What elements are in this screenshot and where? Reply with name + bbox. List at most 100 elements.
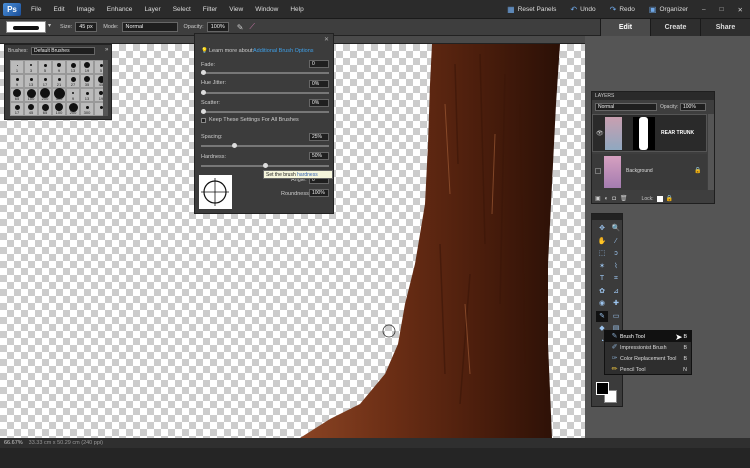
straighten-icon[interactable]: ⊿ [610,286,622,297]
fade-input[interactable]: 0 [309,60,329,68]
brush-preset[interactable]: 300 [80,102,94,116]
brush-preset[interactable]: 9 [52,60,66,74]
red-eye-icon[interactable]: ◉ [596,298,608,309]
blend-mode-select[interactable]: Normal [595,103,657,111]
organizer-button[interactable]: ▣ Organizer [642,5,695,14]
brush-preset[interactable]: 13 [66,60,80,74]
marquee-tool-icon[interactable]: ⬚ [596,248,608,259]
hardness-slider[interactable] [201,163,329,168]
scatter-input[interactable]: 0% [309,99,329,107]
magic-wand-icon[interactable]: ✶ [596,261,608,272]
brush-tool-icon[interactable]: ✎ [596,310,608,322]
brush-preset[interactable]: 13 [24,74,38,88]
cookie-cutter-icon[interactable]: ✿ [596,286,608,297]
eyedropper-icon[interactable]: ⁄ [610,236,622,247]
foreground-color-swatch[interactable] [596,382,609,395]
brush-preset[interactable]: 1 [10,60,24,74]
new-layer-icon[interactable]: ▣ [595,195,601,202]
scatter-slider[interactable] [201,109,329,114]
crop-tool-icon[interactable]: ⌗ [610,273,622,284]
close-window-button[interactable]: ✕ [731,6,750,14]
lock-all-icon[interactable]: 🔒 [666,195,673,202]
spacing-input[interactable]: 25% [309,133,329,141]
hardness-input[interactable]: 50% [309,152,329,160]
brush-set-select[interactable]: Default Brushes [31,47,95,55]
brush-preset[interactable]: 21 [52,74,66,88]
brush-preset[interactable]: 100 [24,88,38,102]
maximize-button[interactable]: □ [713,6,731,13]
brush-preset[interactable]: 5 [38,60,52,74]
minimize-button[interactable]: – [695,6,713,13]
brush-preset[interactable]: 9 [66,88,80,102]
zoom-tool-icon[interactable]: 🔍 [610,223,622,234]
menu-view[interactable]: View [223,0,249,19]
move-tool-icon[interactable]: ✥ [596,223,608,234]
brush-preset[interactable]: 65 [10,88,24,102]
size-input[interactable]: 45 px [75,22,98,32]
menu-layer[interactable]: Layer [138,0,166,19]
reset-panels-button[interactable]: ▦ Reset Panels [500,5,563,14]
menu-edit[interactable]: Edit [47,0,70,19]
brush-preset[interactable]: 100 [52,102,66,116]
menu-help[interactable]: Help [284,0,309,19]
brush-preset[interactable]: 17 [38,74,52,88]
spacing-slider[interactable] [201,143,329,148]
menu-image[interactable]: Image [71,0,101,19]
brush-dynamics-icon[interactable]: ⟋ [249,22,255,32]
brush-preset[interactable]: 300 [52,87,66,102]
toolbox-grip[interactable] [592,214,622,220]
opacity-input[interactable]: 100% [206,22,229,32]
flyout-pencil-tool[interactable]: ✏ Pencil Tool N [605,364,691,375]
layer-row-rear-trunk[interactable]: 👁 REAR TRUNK [592,114,707,152]
hue-jitter-input[interactable]: 0% [309,80,329,88]
hand-tool-icon[interactable]: ✋ [596,236,608,247]
brush-preset[interactable]: 19 [80,60,94,74]
brush-preset[interactable]: 200 [66,102,80,116]
brush-scrollbar[interactable] [103,60,108,116]
undo-button[interactable]: ↶ Undo [563,5,602,14]
flyout-color-replacement-tool[interactable]: ✑ Color Replacement Tool B [605,353,691,364]
tab-share[interactable]: Share [700,19,750,36]
menu-file[interactable]: File [25,0,47,19]
tab-create[interactable]: Create [650,19,700,36]
redo-button[interactable]: ↷ Redo [603,5,642,14]
chevron-down-icon[interactable]: ▾ [48,22,54,32]
brush-preset[interactable]: 27 [66,74,80,88]
layer-row-background[interactable]: Background 🔒 [592,154,707,190]
brush-preset-picker[interactable] [6,21,46,33]
brush-preset[interactable]: 13 [80,88,94,102]
hue-jitter-slider[interactable] [201,90,329,95]
brush-preset[interactable]: 9 [10,74,24,88]
roundness-input[interactable]: 100% [309,189,329,197]
brush-angle-preview[interactable] [199,175,232,209]
mode-select[interactable]: Normal [121,22,178,32]
lasso-tool-icon[interactable]: ↄ [610,248,622,259]
eye-icon[interactable]: 👁 [596,130,604,137]
brush-preset[interactable]: 65 [38,102,52,116]
learn-more-link[interactable]: Additional Brush Options [253,48,314,54]
healing-brush-icon[interactable]: ✚ [610,298,622,309]
add-mask-icon[interactable]: ◘ [612,196,616,202]
eraser-icon[interactable]: ▭ [610,311,622,322]
brush-preset[interactable]: 17 [10,102,24,116]
brush-preset[interactable]: 200 [38,88,52,102]
zoom-level[interactable]: 66.67% [4,440,23,446]
close-icon[interactable]: ✕ [324,36,329,43]
panel-menu-icon[interactable]: » [105,47,108,53]
trash-icon[interactable]: 🗑 [620,195,628,202]
project-bin-bar[interactable] [0,448,750,468]
brush-preset[interactable]: 45 [24,102,38,116]
brush-preset[interactable]: 35 [80,74,94,88]
layer-opacity-input[interactable]: 100% [680,103,706,111]
brush-preset[interactable]: 3 [24,60,38,74]
layer-mask-thumbnail[interactable] [633,117,655,150]
tab-edit[interactable]: Edit [600,19,650,36]
menu-select[interactable]: Select [167,0,197,19]
menu-enhance[interactable]: Enhance [101,0,139,19]
menu-filter[interactable]: Filter [197,0,223,19]
fade-slider[interactable] [201,70,329,75]
airbrush-icon[interactable]: ✎ [237,23,244,32]
type-tool-icon[interactable]: T [596,273,608,284]
lock-pixels-button[interactable] [656,195,663,202]
visibility-toggle[interactable] [595,168,601,174]
